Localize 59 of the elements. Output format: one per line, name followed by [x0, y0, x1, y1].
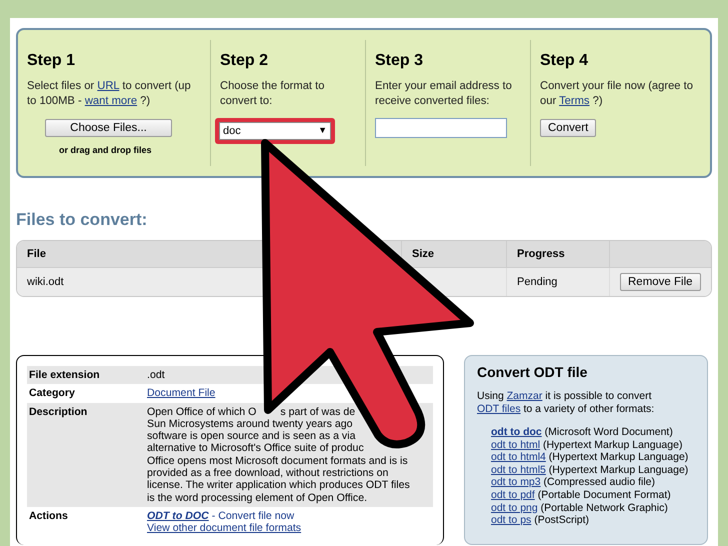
- table-cell: Pending: [506, 268, 609, 296]
- format-description: (PostScript): [534, 514, 590, 526]
- link[interactable]: URL: [97, 80, 120, 92]
- info-text: alternative to Microsoft's Office suite of produc: [147, 442, 364, 454]
- step-instructions: Enter your email address to receive converted files:: [375, 79, 513, 109]
- step-title: Step 3: [375, 52, 424, 70]
- format-description: (Hypertext Markup Language): [542, 438, 682, 451]
- format-link[interactable]: odt to html: [491, 438, 540, 451]
- info-label: Actions: [29, 510, 69, 524]
- link[interactable]: want more: [84, 95, 138, 107]
- step-instructions: Choose the format to convert to:: [220, 79, 326, 109]
- format-description: (Hypertext Markup Language): [548, 451, 688, 464]
- drop-hint: or drag and drop files: [59, 145, 153, 155]
- email-field[interactable]: [375, 118, 507, 138]
- info-text: license. The writer application which produces ODT files: [147, 479, 410, 492]
- convert-note: - Convert file now: [212, 510, 294, 522]
- action-button[interactable]: Convert: [540, 119, 596, 137]
- info-text: is the word processing element of Open Office.: [147, 492, 368, 504]
- info-label: File extension: [29, 369, 101, 382]
- panel-title: Convert ODT file: [477, 364, 588, 380]
- format-link[interactable]: odt to ps: [491, 514, 532, 526]
- step-instructions: Convert your file now (agree to our Terms ?): [540, 79, 694, 109]
- format-link[interactable]: odt to png: [491, 502, 538, 514]
- format-dropdown[interactable]: doc ▼: [219, 122, 331, 140]
- format-link[interactable]: odt to doc: [491, 426, 542, 438]
- link[interactable]: Zamzar: [506, 390, 542, 402]
- table-cell-text: wiki.odt: [26, 275, 65, 290]
- section-heading: Files to convert:: [16, 210, 148, 230]
- format-description: (Portable Document Format): [538, 488, 671, 501]
- info-text: s part of was de: [280, 406, 356, 418]
- info-label: Description: [29, 406, 88, 420]
- step-instructions: Select files or URL to convert (up to 100MB - want more ?): [27, 79, 192, 109]
- format-link[interactable]: odt to mp3: [491, 476, 541, 488]
- format-description: (Hypertext Markup Language): [548, 464, 688, 476]
- action-button[interactable]: Choose Files...: [45, 119, 172, 137]
- step-title: Step 1: [27, 52, 76, 70]
- format-link[interactable]: odt to pdf: [491, 488, 535, 501]
- info-text: Open Office of which O: [147, 406, 256, 418]
- info-text: Office opens most Microsoft document formats and is is: [147, 454, 408, 467]
- format-link[interactable]: odt to html4: [491, 451, 546, 464]
- info-text: provided as a free download, without restrictions on: [147, 467, 388, 480]
- info-text: .odt: [147, 369, 165, 381]
- format-description: (Portable Network Graphic): [540, 502, 668, 514]
- formats-link[interactable]: View other document file formats: [147, 522, 302, 534]
- panel-intro: Using Zamzar it is possible to convert ODT files to a variety of other formats:: [477, 390, 656, 416]
- link[interactable]: ODT files: [477, 403, 521, 415]
- format-link[interactable]: odt to html5: [491, 464, 546, 476]
- category-link[interactable]: Document File: [147, 387, 216, 400]
- link[interactable]: Terms: [559, 95, 590, 107]
- step-title: Step 4: [540, 52, 590, 70]
- format-description: (Microsoft Word Document): [544, 426, 673, 438]
- info-text: Sun Microsystems around twenty years ago: [147, 418, 352, 430]
- remove-button[interactable]: Remove File: [620, 273, 701, 291]
- info-text: software is open source and is seen as a via: [147, 430, 356, 442]
- step-title: Step 2: [220, 52, 270, 70]
- column-header: File: [26, 247, 47, 262]
- convert-link[interactable]: ODT to DOC: [147, 510, 209, 522]
- info-label: Category: [29, 387, 76, 400]
- format-description: (Compressed audio file): [544, 476, 656, 488]
